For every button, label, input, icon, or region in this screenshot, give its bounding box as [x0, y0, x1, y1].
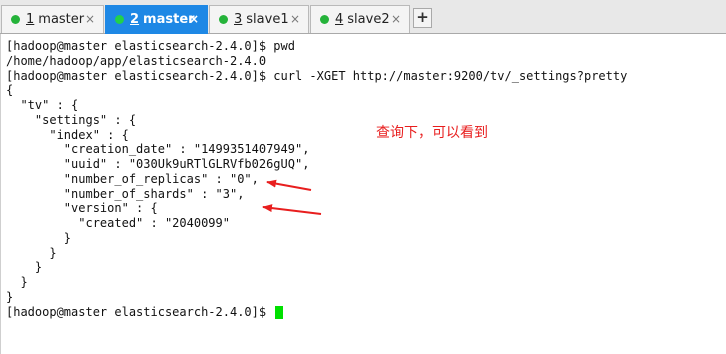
- tab-bar: 1 master × 2 master × 3 slave1 × 4 slave2 × …: [0, 0, 726, 34]
- terminal-line: "created" : "2040099": [6, 216, 230, 230]
- terminal-line: {: [6, 83, 14, 98]
- terminal-line: "settings" : {: [6, 112, 137, 127]
- new-tab-button[interactable]: +: [413, 8, 432, 28]
- terminal-output[interactable]: [hadoop@master elasticsearch-2.4.0]$ pwd…: [0, 34, 726, 354]
- terminal-line: }: [6, 245, 57, 260]
- tab-label: 2 master: [130, 12, 195, 27]
- terminal-line: /home/hadoop/app/elasticsearch-2.4.0: [6, 53, 267, 68]
- connected-status-icon: [219, 15, 228, 24]
- close-tab-icon[interactable]: ×: [290, 12, 300, 26]
- annotation-note: 查询下，可以看到: [376, 125, 488, 141]
- terminal-line: "creation_date" : "1499351407949",: [6, 142, 310, 157]
- terminal-line: }: [6, 275, 28, 289]
- shell-prompt: [hadoop@master elasticsearch-2.4.0]$: [6, 304, 274, 319]
- close-tab-icon[interactable]: ×: [85, 12, 95, 26]
- terminal-line: "index" : {: [6, 127, 129, 142]
- terminal-line: "tv" : {: [6, 98, 79, 112]
- close-tab-icon[interactable]: ×: [391, 12, 401, 26]
- terminal-line: [hadoop@master elasticsearch-2.4.0]$ pwd: [6, 39, 295, 53]
- terminal-lines: [hadoop@master elasticsearch-2.4.0]$ pwd…: [6, 39, 627, 319]
- terminal-cursor: [275, 305, 284, 319]
- connected-status-icon: [115, 15, 124, 24]
- terminal-line: "uuid" : "030Uk9uRTlGLRVfb026gUQ",: [6, 157, 310, 171]
- tab-label: 3 slave1: [234, 12, 289, 27]
- close-tab-icon[interactable]: ×: [189, 12, 199, 26]
- terminal-line: [hadoop@master elasticsearch-2.4.0]$ cur…: [6, 68, 628, 83]
- connected-status-icon: [11, 15, 20, 24]
- terminal-line: "version" : {: [6, 201, 158, 216]
- tab-label: 4 slave2: [335, 12, 390, 27]
- tab-1-master[interactable]: 1 master ×: [1, 5, 104, 33]
- tab-2-master[interactable]: 2 master ×: [105, 5, 208, 34]
- tab-3-slave1[interactable]: 3 slave1 ×: [209, 5, 309, 33]
- terminal-line: "number_of_shards" : "3",: [6, 186, 245, 201]
- prompt-line: [hadoop@master elasticsearch-2.4.0]$: [6, 305, 627, 320]
- terminal-line: }: [6, 230, 72, 245]
- terminal-line: }: [6, 289, 14, 304]
- connected-status-icon: [320, 15, 329, 24]
- terminal-line: }: [6, 260, 43, 275]
- terminal-line: "number_of_replicas" : "0",: [6, 171, 259, 186]
- tab-label: 1 master: [26, 12, 85, 27]
- tab-4-slave2[interactable]: 4 slave2 ×: [310, 5, 410, 33]
